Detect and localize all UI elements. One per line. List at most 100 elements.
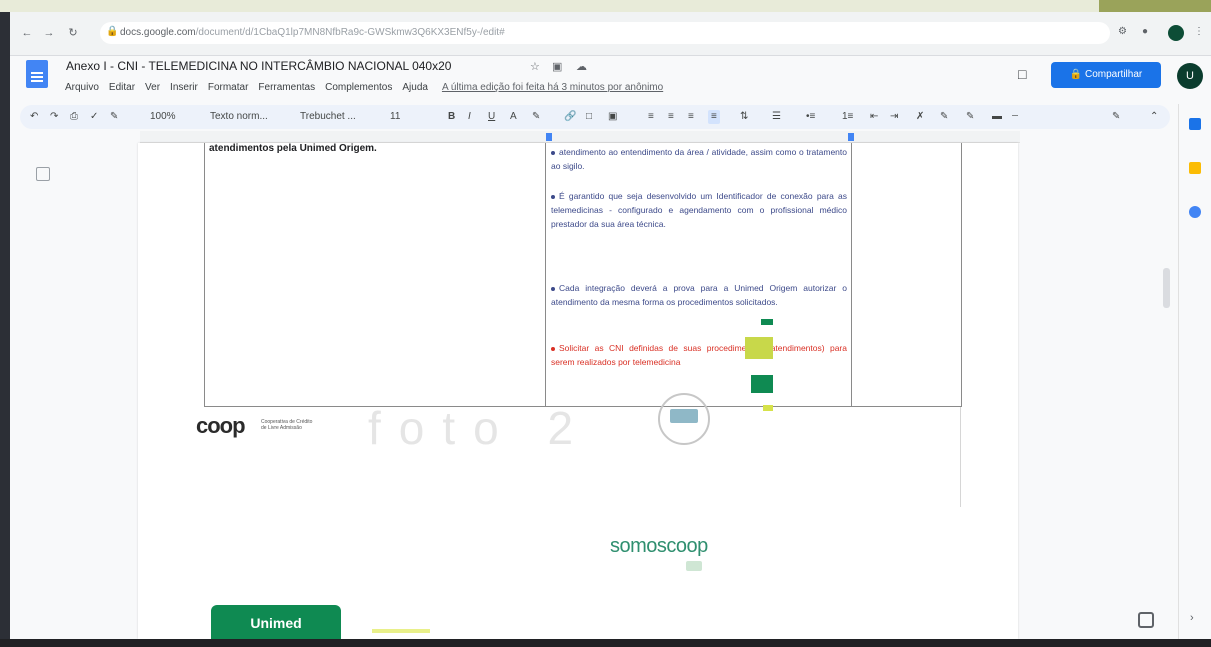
browser-menu-icon[interactable]: ⋮ — [1194, 26, 1204, 37]
checklist-icon[interactable]: ☰ — [772, 110, 781, 124]
highlight-icon[interactable]: ✎ — [532, 110, 540, 124]
bulleted-list-icon[interactable]: •≡ — [806, 110, 815, 124]
align-justify-icon[interactable]: ≡ — [708, 110, 720, 124]
numbered-list-icon[interactable]: 1≡ — [842, 110, 853, 124]
print-icon[interactable]: ⎙ — [70, 110, 78, 124]
tab-strip-accent — [1099, 0, 1211, 12]
menu-editar[interactable]: Editar — [109, 82, 135, 93]
document-table[interactable]: atendimentos pela Unimed Origem. atendim… — [204, 143, 962, 411]
comment-icon[interactable]: □ — [586, 110, 592, 124]
document-page[interactable]: atendimentos pela Unimed Origem. atendim… — [138, 143, 1018, 641]
bullet-dot — [551, 194, 555, 199]
border-dash-icon[interactable]: ┄ — [1012, 110, 1018, 124]
loading-spinner-icon — [658, 393, 710, 445]
back-icon[interactable]: ← — [20, 26, 34, 40]
menu-arquivo[interactable]: Arquivo — [65, 82, 99, 93]
browser-toolbar: ← → ↻ 🔒 docs.google.com/document/d/1CbaQ… — [10, 12, 1211, 56]
clear-format-icon[interactable]: ✗ — [916, 110, 924, 124]
border-color-icon[interactable]: ✎ — [966, 110, 974, 124]
style-select[interactable]: Texto norm... — [210, 110, 268, 124]
menu-complementos[interactable]: Complementos — [325, 82, 392, 93]
browser-profile-icon[interactable] — [1168, 25, 1184, 41]
line-spacing-icon[interactable]: ⇅ — [740, 110, 748, 124]
unimed-logo: Unimed — [211, 605, 341, 641]
text-color-icon[interactable]: A — [510, 110, 517, 124]
forward-icon[interactable]: → — [42, 26, 56, 40]
editing-mode-icon[interactable]: ✎ — [1112, 110, 1120, 124]
image-icon[interactable]: ▣ — [608, 110, 617, 124]
indent-decrease-icon[interactable]: ⇤ — [870, 110, 878, 124]
comments-icon[interactable]: □ — [1018, 66, 1026, 82]
ink-icon[interactable]: ✎ — [940, 110, 948, 124]
menu-bar: Arquivo Editar Ver Inserir Formatar Ferr… — [65, 82, 663, 93]
url-host: docs.google.com — [120, 27, 196, 38]
somoscoop-mark — [686, 561, 702, 571]
menu-ferramentas[interactable]: Ferramentas — [258, 82, 315, 93]
align-center-icon[interactable]: ≡ — [668, 110, 674, 124]
redo-icon[interactable]: ↷ — [50, 110, 58, 124]
bullet-text: É garantido que seja desenvolvido um Ide… — [551, 191, 847, 229]
calendar-icon[interactable] — [1189, 118, 1201, 130]
spellcheck-icon[interactable]: ✓ — [90, 110, 98, 124]
somoscoop-logo: somoscoop — [610, 535, 708, 557]
align-right-icon[interactable]: ≡ — [688, 110, 694, 124]
border-width-icon[interactable]: ▬ — [992, 110, 1002, 124]
left-window-frame — [0, 12, 10, 647]
account-avatar[interactable]: U — [1177, 63, 1203, 89]
chevron-right-icon[interactable]: › — [1190, 612, 1194, 624]
extension-icon[interactable]: ⚙ — [1118, 26, 1127, 37]
table-column-divider — [545, 143, 546, 407]
share-button[interactable]: 🔒 Compartilhar — [1051, 62, 1161, 88]
explore-icon[interactable] — [1138, 612, 1154, 628]
underline-icon[interactable]: U — [488, 110, 495, 124]
tasks-icon[interactable] — [1189, 206, 1201, 218]
lock-icon: 🔒 — [106, 26, 119, 37]
undo-icon[interactable]: ↶ — [30, 110, 38, 124]
formatting-toolbar: ↶ ↷ ⎙ ✓ ✎ 100% Texto norm... Trebuchet .… — [20, 105, 1170, 129]
cloud-status-icon[interactable]: ☁ — [576, 60, 587, 73]
font-size-input[interactable]: 11 — [390, 110, 400, 124]
font-select[interactable]: Trebuchet ... — [300, 110, 356, 124]
bullet-dot — [551, 286, 555, 291]
ruler-right-marker[interactable] — [848, 133, 854, 141]
sticky-marker — [761, 319, 773, 325]
indent-increase-icon[interactable]: ⇥ — [890, 110, 898, 124]
taskbar — [0, 639, 1211, 647]
url-text: docs.google.com/document/d/1CbaQ1lp7MN8N… — [120, 27, 505, 38]
sticky-note-yellow — [745, 337, 773, 359]
watermark-text: foto 2 — [368, 402, 592, 454]
bullet-item: É garantido que seja desenvolvido um Ide… — [551, 189, 847, 231]
ruler-indent-marker[interactable] — [546, 133, 552, 141]
decorative-line — [372, 629, 430, 633]
coop-logo-subtitle: Cooperativa de Crédito de Livre Admissão — [261, 419, 313, 431]
paint-format-icon[interactable]: ✎ — [110, 110, 118, 124]
table-column-divider — [851, 143, 852, 407]
address-bar[interactable]: 🔒 docs.google.com/document/d/1CbaQ1lp7MN… — [100, 22, 1110, 44]
star-icon[interactable]: ☆ — [530, 60, 540, 73]
menu-ajuda[interactable]: Ajuda — [402, 82, 428, 93]
docs-logo-icon[interactable] — [26, 60, 48, 88]
bullet-dot — [551, 346, 555, 351]
collapse-toolbar-icon[interactable]: ⌃ — [1150, 110, 1158, 124]
horizontal-ruler[interactable] — [140, 131, 1020, 143]
last-edit-link[interactable]: A última edição foi feita há 3 minutos p… — [442, 82, 663, 93]
italic-icon[interactable]: I — [468, 110, 471, 124]
link-icon[interactable]: 🔗 — [564, 110, 576, 124]
menu-inserir[interactable]: Inserir — [170, 82, 198, 93]
menu-ver[interactable]: Ver — [145, 82, 160, 93]
extension-icon-2[interactable]: ● — [1142, 26, 1148, 37]
menu-formatar[interactable]: Formatar — [208, 82, 249, 93]
align-left-icon[interactable]: ≡ — [648, 110, 654, 124]
bullet-text: Cada integração deverá a prova para a Un… — [551, 283, 847, 307]
vertical-scrollbar[interactable] — [1163, 268, 1170, 308]
reload-icon[interactable]: ↻ — [66, 26, 80, 40]
keep-icon[interactable] — [1189, 162, 1201, 174]
bullet-text: Solicitar as CNI definidas de suas proce… — [551, 343, 847, 367]
share-label: Compartilhar — [1084, 69, 1143, 80]
table-cell-text: atendimentos pela Unimed Origem. — [209, 143, 377, 154]
document-outline-icon[interactable] — [36, 167, 50, 181]
document-title[interactable]: Anexo I - CNI - TELEMEDICINA NO INTERCÂM… — [66, 59, 451, 73]
zoom-select[interactable]: 100% — [150, 110, 176, 124]
bold-icon[interactable]: B — [448, 110, 455, 124]
move-folder-icon[interactable]: ▣ — [552, 60, 562, 73]
